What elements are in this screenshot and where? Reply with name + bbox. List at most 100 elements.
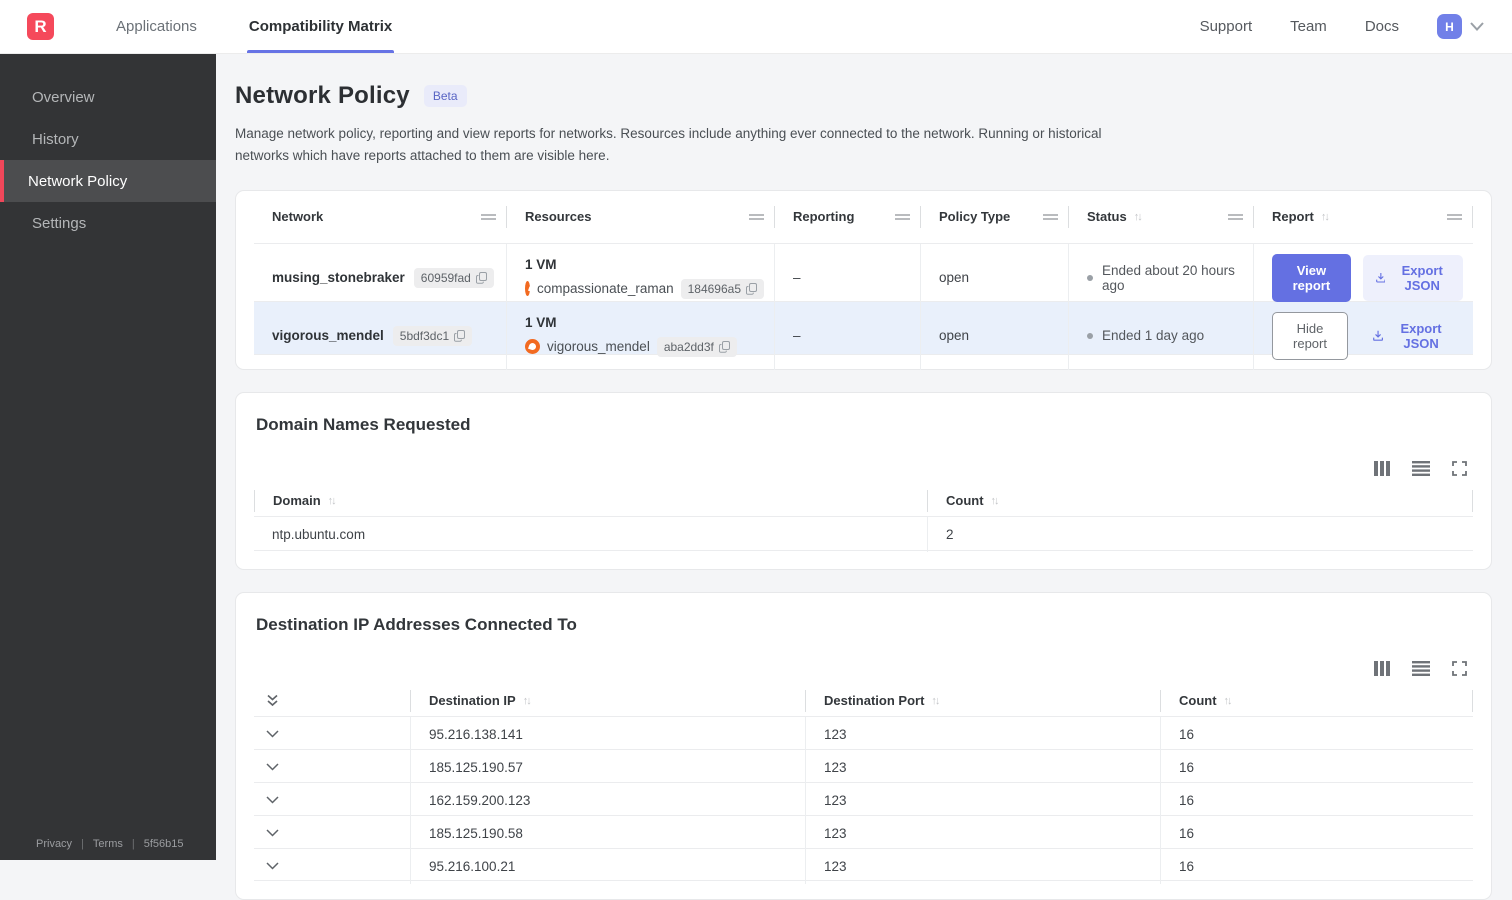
columns-icon[interactable] (1374, 661, 1390, 676)
col-header-network[interactable]: Network (254, 206, 507, 228)
chevron-down-icon (1470, 22, 1484, 31)
account-menu[interactable]: H (1437, 14, 1484, 39)
col-header-status[interactable]: Status ↑↓ (1069, 206, 1254, 228)
build-version: 5f56b15 (144, 838, 184, 850)
sidebar-item-settings[interactable]: Settings (0, 202, 216, 244)
copy-icon (476, 272, 487, 284)
export-json-button[interactable]: Export JSON (1360, 313, 1463, 359)
report-cell: Hide report Export JSON (1254, 302, 1473, 370)
count-cell: 16 (1161, 750, 1473, 785)
chevron-down-icon (266, 796, 279, 804)
columns-icon[interactable] (1374, 461, 1390, 476)
col-header-policy-type[interactable]: Policy Type (921, 206, 1069, 228)
sidebar-item-overview[interactable]: Overview (0, 76, 216, 118)
sidebar-item-history[interactable]: History (0, 118, 216, 160)
card-title: Destination IP Addresses Connected To (254, 611, 1473, 635)
expand-row-toggle[interactable] (254, 750, 411, 785)
table-row[interactable]: 95.216.138.141 123 16 (254, 716, 1473, 749)
row-density-icon[interactable] (1412, 461, 1430, 476)
destinations-card: Destination IP Addresses Connected To De… (235, 592, 1492, 900)
sort-icon[interactable]: ↑↓ (523, 695, 530, 707)
network-id-badge[interactable]: 5bdf3dc1 (393, 326, 472, 346)
fullscreen-icon[interactable] (1452, 661, 1467, 676)
sort-icon[interactable]: ↑↓ (1134, 211, 1141, 223)
avatar[interactable]: H (1437, 14, 1462, 39)
count-cell: 16 (1161, 717, 1473, 752)
destination-port-cell: 123 (806, 717, 1161, 752)
resource-name[interactable]: vigorous_mendel (547, 339, 650, 354)
main-content: Network Policy Beta Manage network polic… (216, 54, 1512, 860)
column-resize-handle-icon[interactable] (895, 214, 910, 220)
beta-badge: Beta (424, 85, 467, 107)
table-row[interactable]: ntp.ubuntu.com 2 (254, 516, 1473, 551)
hide-report-button[interactable]: Hide report (1272, 312, 1348, 360)
col-header-report[interactable]: Report ↑↓ (1254, 206, 1473, 228)
status-dot-icon (1087, 275, 1093, 281)
column-resize-handle-icon[interactable] (1228, 214, 1243, 220)
destination-port-cell: 123 (806, 783, 1161, 818)
expand-row-toggle[interactable] (254, 717, 411, 752)
destination-ip-cell: 185.125.190.57 (411, 750, 806, 785)
sort-icon[interactable]: ↑↓ (1321, 211, 1328, 223)
destination-ip-cell: 95.216.100.21 (411, 849, 806, 884)
resource-id-badge[interactable]: 184696a5 (681, 279, 764, 299)
column-resize-handle-icon[interactable] (481, 214, 496, 220)
expand-row-toggle[interactable] (254, 849, 411, 884)
nav-applications[interactable]: Applications (90, 0, 223, 53)
col-header-destination-port[interactable]: Destination Port ↑↓ (806, 690, 1161, 712)
sort-icon[interactable]: ↑↓ (328, 495, 335, 507)
col-header-resources[interactable]: Resources (507, 206, 775, 228)
link-team[interactable]: Team (1290, 18, 1327, 35)
destination-port-cell: 123 (806, 750, 1161, 785)
destination-port-cell: 123 (806, 816, 1161, 851)
expand-row-toggle[interactable] (254, 816, 411, 851)
table-row[interactable]: 95.216.100.21 123 16 (254, 848, 1473, 881)
divider: | (132, 838, 135, 850)
column-resize-handle-icon[interactable] (1447, 214, 1462, 220)
col-header-count[interactable]: Count ↑↓ (1161, 690, 1473, 712)
row-density-icon[interactable] (1412, 661, 1430, 676)
count-cell: 16 (1161, 816, 1473, 851)
app-logo[interactable]: R (27, 13, 54, 40)
vm-resource-icon (525, 339, 540, 354)
double-chevron-down-icon (266, 694, 279, 707)
view-report-button[interactable]: View report (1272, 254, 1351, 302)
link-docs[interactable]: Docs (1365, 18, 1399, 35)
expand-row-toggle[interactable] (254, 783, 411, 818)
policy-type-cell: open (921, 302, 1069, 370)
sidebar-footer: Privacy | Terms | 5f56b15 (0, 838, 216, 860)
col-header-reporting[interactable]: Reporting (775, 206, 921, 228)
nav-compatibility-matrix[interactable]: Compatibility Matrix (223, 0, 418, 53)
destination-ip-cell: 162.159.200.123 (411, 783, 806, 818)
table-row[interactable]: 185.125.190.58 123 16 (254, 815, 1473, 848)
destination-ip-cell: 95.216.138.141 (411, 717, 806, 752)
expand-all-header[interactable] (254, 690, 411, 712)
network-cell: vigorous_mendel 5bdf3dc1 (254, 302, 507, 370)
link-support[interactable]: Support (1200, 18, 1253, 35)
col-header-destination-ip[interactable]: Destination IP ↑↓ (411, 690, 806, 712)
count-cell: 16 (1161, 849, 1473, 884)
privacy-link[interactable]: Privacy (36, 838, 72, 850)
sort-icon[interactable]: ↑↓ (931, 695, 938, 707)
copy-icon (454, 330, 465, 342)
network-id-badge[interactable]: 60959fad (414, 268, 494, 288)
sort-icon[interactable]: ↑↓ (1224, 695, 1231, 707)
destination-port-cell: 123 (806, 849, 1161, 884)
col-header-domain[interactable]: Domain ↑↓ (254, 490, 928, 512)
table-row[interactable]: 185.125.190.57 123 16 (254, 749, 1473, 782)
table-row[interactable]: musing_stonebraker 60959fad 1 VM compass… (254, 243, 1473, 301)
count-cell: 2 (928, 517, 1473, 552)
sidebar-item-network-policy[interactable]: Network Policy (0, 160, 216, 202)
sort-icon[interactable]: ↑↓ (991, 495, 998, 507)
terms-link[interactable]: Terms (93, 838, 123, 850)
resource-name[interactable]: compassionate_raman (537, 281, 674, 296)
table-row[interactable]: vigorous_mendel 5bdf3dc1 1 VM vigorous_m… (254, 301, 1473, 355)
col-header-count[interactable]: Count ↑↓ (928, 490, 1473, 512)
resource-id-badge[interactable]: aba2dd3f (657, 337, 737, 357)
export-json-button[interactable]: Export JSON (1363, 255, 1463, 301)
table-row[interactable]: 162.159.200.123 123 16 (254, 782, 1473, 815)
column-resize-handle-icon[interactable] (749, 214, 764, 220)
fullscreen-icon[interactable] (1452, 461, 1467, 476)
column-resize-handle-icon[interactable] (1043, 214, 1058, 220)
chevron-down-icon (266, 862, 279, 870)
